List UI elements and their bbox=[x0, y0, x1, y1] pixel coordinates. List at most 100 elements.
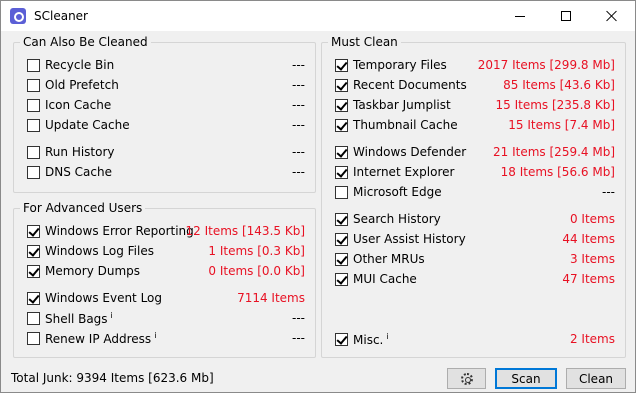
option-row[interactable]: Run History --- bbox=[14, 144, 315, 162]
checkbox[interactable] bbox=[27, 59, 40, 72]
checkbox[interactable] bbox=[27, 146, 40, 159]
checkbox[interactable] bbox=[27, 265, 40, 278]
option-label: MUI Cache bbox=[353, 272, 417, 286]
option-label: Other MRUs bbox=[353, 252, 425, 266]
close-icon bbox=[606, 10, 618, 22]
checkbox[interactable] bbox=[335, 253, 348, 266]
minimize-button[interactable] bbox=[497, 1, 543, 31]
option-row[interactable]: User Assist History 44 Items bbox=[322, 231, 625, 249]
total-junk-status: Total Junk: 9394 Items [623.6 Mb] bbox=[11, 371, 214, 385]
option-label: Thumbnail Cache bbox=[353, 118, 458, 132]
option-label: Windows Error Reporting bbox=[45, 224, 194, 238]
checkbox[interactable] bbox=[27, 99, 40, 112]
option-label-text: Shell Bags bbox=[45, 312, 108, 326]
option-label: Memory Dumps bbox=[45, 264, 141, 278]
option-row[interactable]: Shell Bags i --- bbox=[14, 310, 315, 328]
option-value: 3 Items bbox=[569, 252, 615, 266]
option-label: Search History bbox=[353, 212, 441, 226]
option-label: Microsoft Edge bbox=[353, 185, 442, 199]
option-row[interactable]: Windows Defender 21 Items [259.4 Mb] bbox=[322, 144, 625, 162]
group-heading: Must Clean bbox=[328, 35, 401, 49]
option-row[interactable]: Recycle Bin --- bbox=[14, 57, 315, 75]
option-row[interactable]: Internet Explorer 18 Items [56.6 Mb] bbox=[322, 164, 625, 182]
option-row[interactable]: Microsoft Edge --- bbox=[322, 184, 625, 202]
checkbox[interactable] bbox=[335, 333, 348, 346]
checkbox[interactable] bbox=[335, 186, 348, 199]
checkbox[interactable] bbox=[27, 332, 40, 345]
option-row[interactable]: Search History 0 Items bbox=[322, 211, 625, 229]
option-value: --- bbox=[292, 98, 305, 112]
checkbox[interactable] bbox=[335, 146, 348, 159]
checkbox[interactable] bbox=[335, 119, 348, 132]
option-label: Internet Explorer bbox=[353, 165, 455, 179]
clean-button[interactable]: Clean bbox=[566, 368, 626, 389]
settings-button[interactable] bbox=[447, 368, 486, 389]
option-row[interactable]: Windows Error Reporting 12 Items [143.5 … bbox=[14, 223, 315, 241]
option-label: Update Cache bbox=[45, 118, 130, 132]
option-row[interactable]: Memory Dumps 0 Items [0.0 Kb] bbox=[14, 263, 315, 281]
option-value: 21 Items [259.4 Mb] bbox=[493, 145, 615, 159]
checkbox[interactable] bbox=[335, 99, 348, 112]
checkbox[interactable] bbox=[335, 213, 348, 226]
option-label: Old Prefetch bbox=[45, 78, 119, 92]
checkbox[interactable] bbox=[335, 273, 348, 286]
info-marker: i bbox=[154, 331, 157, 340]
checkbox[interactable] bbox=[27, 79, 40, 92]
scan-button[interactable]: Scan bbox=[495, 368, 557, 389]
option-value: --- bbox=[292, 331, 305, 345]
option-row[interactable]: Update Cache --- bbox=[14, 117, 315, 135]
checkbox[interactable] bbox=[335, 79, 348, 92]
option-label: Windows Log Files bbox=[45, 244, 154, 258]
option-row[interactable]: Taskbar Jumplist 15 Items [235.8 Kb] bbox=[322, 97, 625, 115]
option-value: 2017 Items [299.8 Mb] bbox=[477, 58, 615, 72]
option-label: Recent Documents bbox=[353, 78, 467, 92]
must-clean-group: Must Clean Temporary Files 2017 Items [2… bbox=[321, 35, 626, 358]
checkbox[interactable] bbox=[335, 166, 348, 179]
option-row[interactable]: DNS Cache --- bbox=[14, 164, 315, 182]
option-value: 47 Items bbox=[562, 272, 615, 286]
option-label: Windows Event Log bbox=[45, 291, 163, 305]
close-button[interactable] bbox=[589, 1, 635, 31]
maximize-icon bbox=[561, 11, 571, 21]
option-label: Shell Bags i bbox=[45, 311, 113, 326]
title-bar: SCleaner bbox=[1, 1, 635, 31]
option-row[interactable]: Other MRUs 3 Items bbox=[322, 251, 625, 269]
option-value: --- bbox=[292, 145, 305, 159]
option-value: 0 Items [0.0 Kb] bbox=[208, 264, 305, 278]
checkbox[interactable] bbox=[27, 312, 40, 325]
option-value: --- bbox=[292, 58, 305, 72]
option-row[interactable]: Temporary Files 2017 Items [299.8 Mb] bbox=[322, 57, 625, 75]
option-label: Recycle Bin bbox=[45, 58, 115, 72]
option-value: 12 Items [143.5 Kb] bbox=[185, 224, 305, 238]
option-value: --- bbox=[292, 165, 305, 179]
advanced-group: For Advanced Users Windows Error Reporti… bbox=[13, 201, 316, 358]
checkbox[interactable] bbox=[27, 245, 40, 258]
group-heading: Can Also Be Cleaned bbox=[20, 35, 151, 49]
checkbox[interactable] bbox=[335, 59, 348, 72]
option-label: Temporary Files bbox=[353, 58, 447, 72]
option-row[interactable]: Windows Event Log 7114 Items bbox=[14, 290, 315, 308]
checkbox[interactable] bbox=[27, 225, 40, 238]
option-value: 85 Items [43.6 Kb] bbox=[503, 78, 615, 92]
option-label-text: Renew IP Address bbox=[45, 332, 152, 346]
checkbox[interactable] bbox=[27, 292, 40, 305]
option-label: Misc. i bbox=[353, 332, 389, 347]
option-row[interactable]: Icon Cache --- bbox=[14, 97, 315, 115]
checkbox[interactable] bbox=[335, 233, 348, 246]
checkbox[interactable] bbox=[27, 166, 40, 179]
option-row[interactable]: Misc. i 2 Items bbox=[322, 331, 625, 349]
option-row[interactable]: Old Prefetch --- bbox=[14, 77, 315, 95]
option-row[interactable]: Windows Log Files 1 Items [0.3 Kb] bbox=[14, 243, 315, 261]
option-row[interactable]: Thumbnail Cache 15 Items [7.4 Mb] bbox=[322, 117, 625, 135]
checkbox[interactable] bbox=[27, 119, 40, 132]
option-row[interactable]: Recent Documents 85 Items [43.6 Kb] bbox=[322, 77, 625, 95]
option-value: --- bbox=[602, 185, 615, 199]
option-value: 18 Items [56.6 Mb] bbox=[500, 165, 615, 179]
maximize-button[interactable] bbox=[543, 1, 589, 31]
option-label: Windows Defender bbox=[353, 145, 467, 159]
option-row[interactable]: Renew IP Address i --- bbox=[14, 330, 315, 348]
app-window: SCleaner Can Also Be Cleaned Recycle Bin… bbox=[0, 0, 636, 393]
also-cleaned-group: Can Also Be Cleaned Recycle Bin --- Old … bbox=[13, 35, 316, 193]
option-value: 15 Items [235.8 Kb] bbox=[495, 98, 615, 112]
option-row[interactable]: MUI Cache 47 Items bbox=[322, 271, 625, 289]
